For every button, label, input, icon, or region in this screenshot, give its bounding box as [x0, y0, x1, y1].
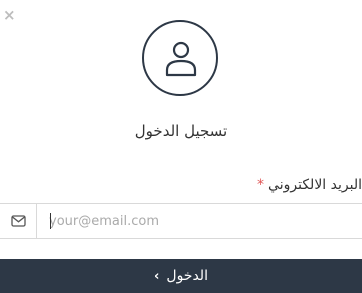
email-input[interactable]	[37, 204, 362, 238]
envelope-icon	[10, 215, 26, 227]
login-dialog: × تسجيل الدخول البريد الالكتروني* ‹ الدخ…	[0, 0, 362, 293]
email-addon	[0, 204, 37, 238]
login-button[interactable]: ‹ الدخول	[0, 259, 362, 293]
email-label-text: البريد الالكتروني	[268, 177, 362, 193]
email-input-group	[0, 203, 362, 239]
avatar-circle	[142, 20, 218, 96]
required-marker: *	[257, 177, 265, 193]
login-button-label: الدخول	[166, 268, 208, 284]
email-label: البريد الالكتروني*	[257, 177, 362, 193]
close-icon[interactable]: ×	[3, 7, 17, 23]
text-cursor	[50, 213, 51, 229]
dialog-title: تسجيل الدخول	[134, 122, 228, 140]
chevron-left-icon: ‹	[154, 268, 160, 284]
user-icon	[165, 41, 197, 77]
